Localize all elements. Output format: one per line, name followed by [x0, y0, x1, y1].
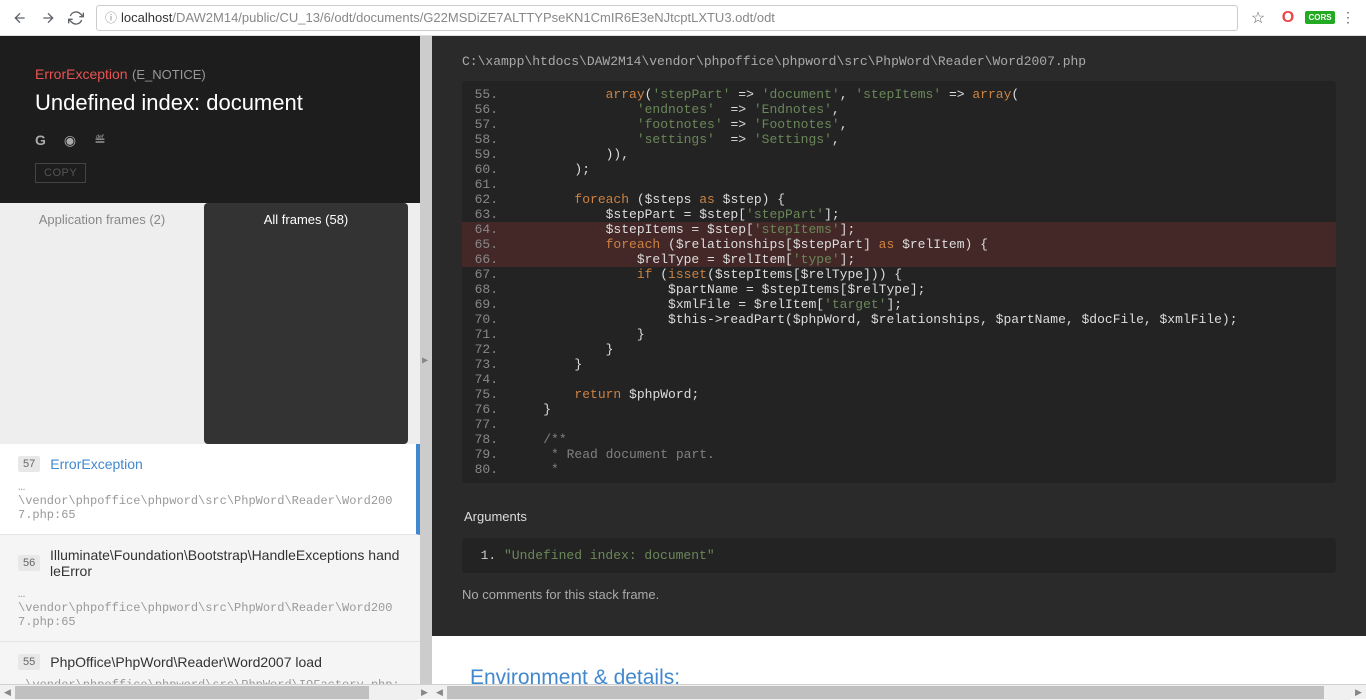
code-line: 64. $stepItems = $step['stepItems']; — [462, 222, 1336, 237]
frame-number: 56 — [18, 555, 40, 571]
exception-header: ErrorException (E_NOTICE) Undefined inde… — [0, 36, 420, 203]
browser-menu-button[interactable]: ⋮ — [1336, 9, 1360, 26]
exception-message: Undefined index: document — [35, 90, 385, 116]
code-line: 69. $xmlFile = $relItem['target']; — [462, 297, 1336, 312]
code-line: 56. 'endnotes' => 'Endnotes', — [462, 102, 1336, 117]
stack-frame[interactable]: 56 Illuminate\Foundation\Bootstrap\Handle… — [0, 535, 420, 642]
code-line: 75. return $phpWord; — [462, 387, 1336, 402]
frames-list[interactable]: 57 ErrorException … \vendor\phpoffice\phpw… — [0, 444, 420, 685]
code-line: 70. $this->readPart($phpWord, $relations… — [462, 312, 1336, 327]
tab-all-frames[interactable]: All frames (58) — [204, 203, 408, 444]
code-line: 78. /** — [462, 432, 1336, 447]
bottom-scrollbars: ◀ ▶ ◀ ▶ — [0, 684, 1366, 699]
google-search-icon[interactable]: G — [35, 132, 46, 149]
address-path: /DAW2M14/public/CU_13/6/odt/documents/G2… — [172, 10, 775, 25]
code-line: 57. 'footnotes' => 'Footnotes', — [462, 117, 1336, 132]
environment-details: Environment & details: GET Data empty — [432, 636, 1366, 684]
frame-path: … \vendor\phpoffice\phpword\src\PhpWord\… — [18, 480, 398, 522]
stack-frame[interactable]: 55 PhpOffice\PhpWord\Reader\Word2007 load… — [0, 642, 420, 685]
right-panel[interactable]: C:\xampp\htdocs\DAW2M14\vendor\phpoffice… — [432, 36, 1366, 684]
code-line: 72. } — [462, 342, 1336, 357]
code-line: 80. * — [462, 462, 1336, 477]
right-scrollbar[interactable]: ◀ ▶ — [432, 684, 1366, 699]
address-bar[interactable]: ⓘ localhost/DAW2M14/public/CU_13/6/odt/d… — [96, 5, 1238, 31]
details-header: Environment & details: — [470, 666, 1328, 684]
frame-title: PhpOffice\PhpWord\Reader\Word2007 load — [50, 654, 322, 670]
code-line: 77. — [462, 417, 1336, 432]
arguments-header: Arguments — [432, 503, 1366, 530]
address-host: localhost — [121, 10, 172, 25]
source-file-path: C:\xampp\htdocs\DAW2M14\vendor\phpoffice… — [432, 36, 1366, 81]
frames-tabs: Application frames (2) All frames (58) — [0, 203, 420, 444]
arguments-block: "Undefined index: document" — [462, 538, 1336, 573]
code-line: 60. ); — [462, 162, 1336, 177]
opera-extension-icon[interactable]: O — [1276, 6, 1300, 30]
code-line: 73. } — [462, 357, 1336, 372]
frame-path: … \vendor\phpoffice\phpword\src\PhpWord\… — [18, 587, 402, 629]
frame-number: 55 — [18, 654, 40, 670]
code-line: 62. foreach ($steps as $step) { — [462, 192, 1336, 207]
frame-title: ErrorException — [50, 456, 143, 472]
content-area: ErrorException (E_NOTICE) Undefined inde… — [0, 36, 1366, 684]
code-line: 58. 'settings' => 'Settings', — [462, 132, 1336, 147]
cors-extension-icon[interactable]: CORS — [1308, 6, 1332, 30]
code-line: 59. )), — [462, 147, 1336, 162]
code-block: 55. array('stepPart' => 'document', 'ste… — [462, 81, 1336, 483]
code-line: 79. * Read document part. — [462, 447, 1336, 462]
no-comments-text: No comments for this stack frame. — [432, 587, 1366, 626]
panel-resizer[interactable] — [420, 36, 432, 684]
back-button[interactable] — [6, 4, 34, 32]
reload-button[interactable] — [62, 4, 90, 32]
code-line: 68. $partName = $stepItems[$relType]; — [462, 282, 1336, 297]
globe-icon[interactable]: ◉ — [64, 132, 76, 149]
left-panel: ErrorException (E_NOTICE) Undefined inde… — [0, 36, 420, 684]
forward-button[interactable] — [34, 4, 62, 32]
code-line: 71. } — [462, 327, 1336, 342]
code-line: 66. $relType = $relItem['type']; — [462, 252, 1336, 267]
code-line: 61. — [462, 177, 1336, 192]
code-line: 76. } — [462, 402, 1336, 417]
exception-severity: (E_NOTICE) — [132, 67, 206, 82]
left-scrollbar[interactable]: ◀ ▶ — [0, 684, 432, 699]
site-info-icon[interactable]: ⓘ — [105, 9, 117, 26]
code-line: 55. array('stepPart' => 'document', 'ste… — [462, 87, 1336, 102]
frame-number: 57 — [18, 456, 40, 472]
code-line: 63. $stepPart = $step['stepPart']; — [462, 207, 1336, 222]
bookmark-star-icon[interactable]: ☆ — [1244, 4, 1272, 32]
frame-title: Illuminate\Foundation\Bootstrap\HandleEx… — [50, 547, 402, 579]
copy-button[interactable]: COPY — [35, 163, 86, 183]
exception-type: ErrorException — [35, 66, 128, 82]
code-line: 74. — [462, 372, 1336, 387]
stack-frame[interactable]: 57 ErrorException … \vendor\phpoffice\phpw… — [0, 444, 420, 535]
stackoverflow-icon[interactable]: ≝ — [94, 132, 106, 149]
argument-item: "Undefined index: document" — [504, 548, 1316, 563]
code-line: 65. foreach ($relationships[$stepPart] a… — [462, 237, 1336, 252]
code-line: 67. if (isset($stepItems[$relType])) { — [462, 267, 1336, 282]
browser-chrome: ⓘ localhost/DAW2M14/public/CU_13/6/odt/d… — [0, 0, 1366, 36]
tab-application-frames[interactable]: Application frames (2) — [0, 203, 204, 444]
